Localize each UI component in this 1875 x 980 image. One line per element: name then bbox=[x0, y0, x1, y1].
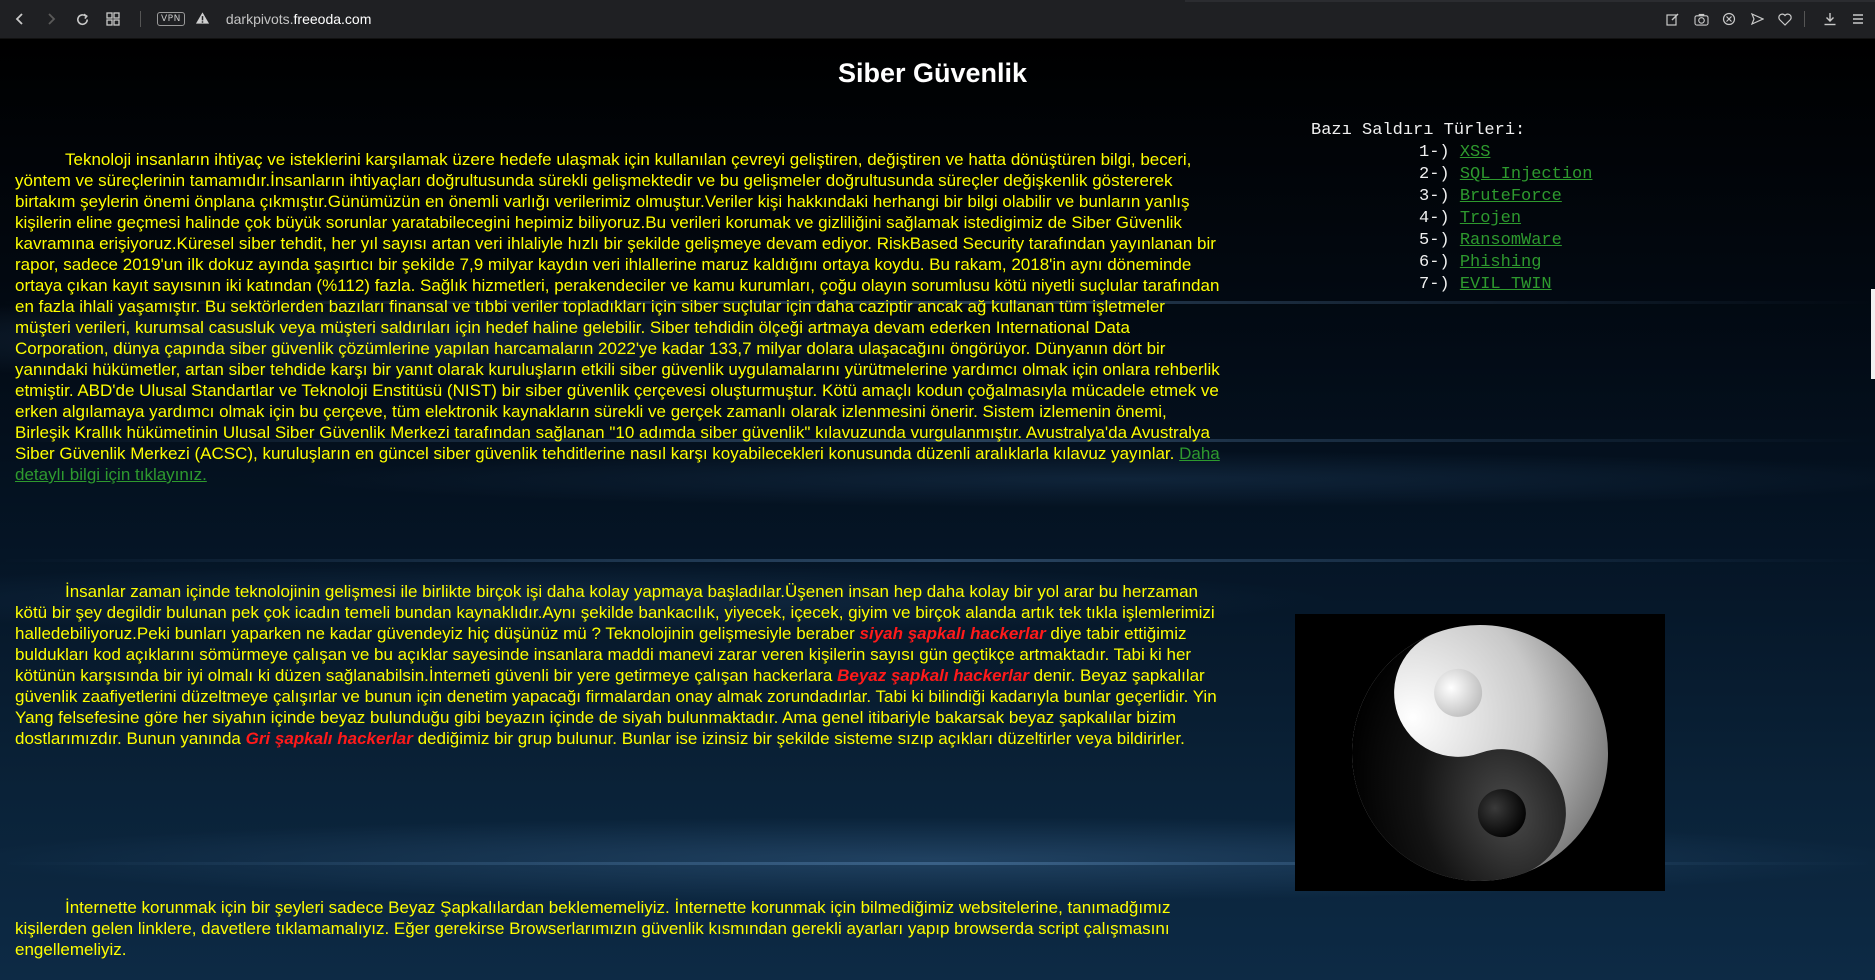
send-icon[interactable] bbox=[1746, 8, 1768, 30]
browser-toolbar: VPN darkpivots.freeoda.com bbox=[0, 0, 1875, 39]
scrollbar[interactable] bbox=[1871, 289, 1875, 379]
attack-link-phishing[interactable]: Phishing bbox=[1460, 253, 1542, 272]
camera-icon[interactable] bbox=[1690, 8, 1712, 30]
highlight-grey-hat: Gri şapkalı hackerlar bbox=[245, 729, 413, 748]
paragraph-intro-text: Teknoloji insanların ihtiyaç ve istekler… bbox=[15, 150, 1220, 463]
block-icon[interactable] bbox=[1718, 8, 1740, 30]
paragraph-intro: Teknoloji insanların ihtiyaç ve istekler… bbox=[15, 149, 1225, 485]
paragraph-hackers: İnsanlar zaman içinde teknolojinin geliş… bbox=[15, 581, 1225, 749]
list-item: 5-) RansomWare bbox=[1419, 230, 1671, 252]
highlight-black-hat: siyah şapkalı hackerlar bbox=[859, 624, 1046, 643]
address-bar[interactable]: darkpivots.freeoda.com bbox=[226, 11, 372, 27]
page-viewport: Siber Güvenlik Teknoloji insanların ihti… bbox=[0, 39, 1875, 980]
edit-icon[interactable] bbox=[1662, 8, 1684, 30]
list-item: 1-) XSS bbox=[1419, 142, 1671, 164]
page-title: Siber Güvenlik bbox=[837, 58, 1028, 88]
attack-number: 3-) bbox=[1419, 187, 1450, 206]
attack-number: 5-) bbox=[1419, 231, 1450, 250]
attack-link-xss[interactable]: XSS bbox=[1460, 143, 1491, 162]
list-item: 7-) EVIL TWIN bbox=[1419, 274, 1671, 296]
toolbar-divider-right bbox=[1804, 11, 1805, 27]
vpn-badge[interactable]: VPN bbox=[157, 12, 185, 26]
warning-icon[interactable] bbox=[195, 11, 210, 28]
paragraph-protection: İnternette korunmak için bir şeyleri sad… bbox=[15, 898, 1171, 959]
attack-link-sql-injection[interactable]: SQL Injection bbox=[1460, 165, 1593, 184]
attack-number: 6-) bbox=[1419, 253, 1450, 272]
heart-icon[interactable] bbox=[1774, 8, 1796, 30]
download-icon[interactable] bbox=[1819, 8, 1841, 30]
attack-link-ransomware[interactable]: RansomWare bbox=[1460, 231, 1562, 250]
attack-link-evil-twin[interactable]: EVIL TWIN bbox=[1460, 275, 1552, 294]
tabs-grid-icon[interactable] bbox=[102, 8, 124, 30]
back-icon[interactable] bbox=[9, 8, 31, 30]
url-domain: freeoda.com bbox=[293, 11, 372, 27]
url-prefix: darkpivots. bbox=[225, 11, 294, 27]
yin-yang-image bbox=[1295, 614, 1665, 891]
background-stripe bbox=[0, 559, 1875, 562]
attack-link-bruteforce[interactable]: BruteForce bbox=[1460, 187, 1562, 206]
toolbar-divider bbox=[140, 11, 141, 27]
attack-number: 4-) bbox=[1419, 209, 1450, 228]
list-item: 6-) Phishing bbox=[1419, 252, 1671, 274]
paragraph-hackers-text-4: dediğimiz bir grup bulunur. Bunlar ise i… bbox=[412, 729, 1185, 748]
list-item: 2-) SQL Injection bbox=[1419, 164, 1671, 186]
list-item: 4-) Trojen bbox=[1419, 208, 1671, 230]
attack-link-trojen[interactable]: Trojen bbox=[1460, 209, 1521, 228]
menu-icon[interactable] bbox=[1847, 8, 1869, 30]
list-item: 3-) BruteForce bbox=[1419, 186, 1671, 208]
reload-icon[interactable] bbox=[71, 8, 93, 30]
highlight-white-hat: Beyaz şapkalı hackerlar bbox=[837, 666, 1029, 685]
yin-yang-icon bbox=[1352, 624, 1608, 881]
attack-types-list: Bazı Saldırı Türleri: 1-) XSS 2-) SQL In… bbox=[1311, 120, 1671, 296]
toolbar-accent bbox=[1185, 0, 1875, 2]
attack-number: 2-) bbox=[1419, 165, 1450, 184]
attack-types-heading: Bazı Saldırı Türleri: bbox=[1311, 121, 1526, 140]
toolbar-right bbox=[1656, 8, 1869, 30]
attack-number: 1-) bbox=[1419, 143, 1450, 162]
attack-number: 7-) bbox=[1419, 275, 1450, 294]
attack-list: 1-) XSS 2-) SQL Injection 3-) BruteForce… bbox=[1419, 142, 1671, 296]
forward-icon[interactable] bbox=[40, 8, 62, 30]
